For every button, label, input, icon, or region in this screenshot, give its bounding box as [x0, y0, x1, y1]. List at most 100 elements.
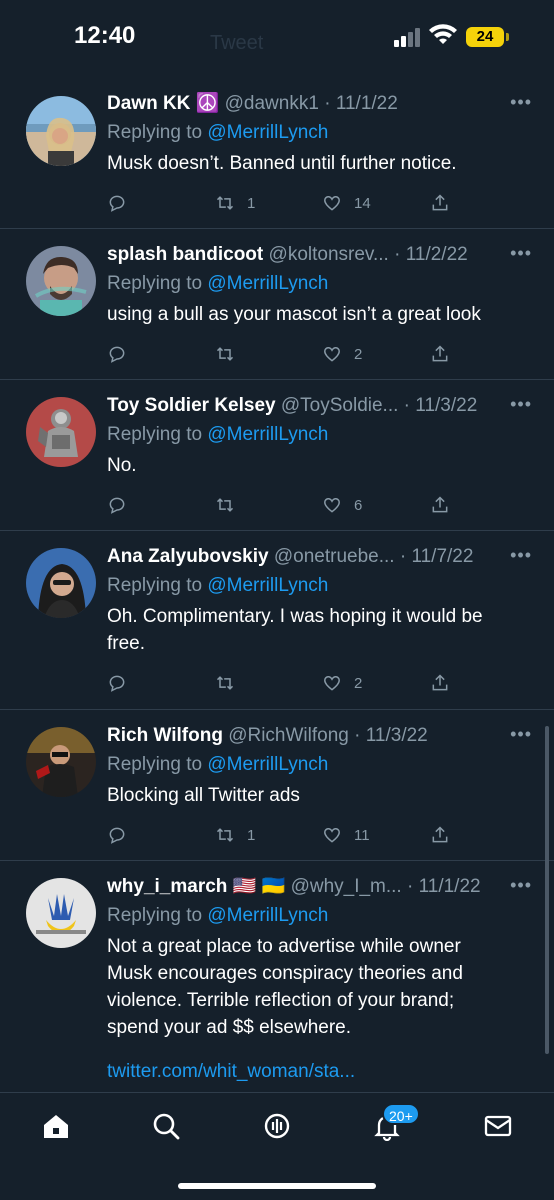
tab-spaces[interactable]	[262, 1111, 292, 1141]
heart-icon	[323, 676, 341, 691]
replying-to: Replying to @MerrillLynch	[107, 424, 329, 445]
username[interactable]: @koltonsrev...	[269, 244, 389, 265]
mention-link[interactable]: @MerrillLynch	[207, 575, 328, 596]
username[interactable]: @dawnkk1	[225, 93, 319, 114]
like-button[interactable]: 6	[322, 493, 362, 517]
share-icon	[432, 826, 448, 843]
reply-tweet[interactable]: ••• Dawn KK ☮️ @dawnkk1 · 11/1/22 Replyi…	[0, 78, 554, 229]
heart-icon	[323, 347, 341, 362]
tweet-date[interactable]: 11/3/22	[366, 725, 428, 746]
home-indicator[interactable]	[178, 1183, 376, 1189]
reply-button[interactable]	[107, 191, 127, 215]
tab-home[interactable]	[41, 1111, 71, 1141]
avatar[interactable]	[26, 246, 96, 316]
like-count: 6	[354, 496, 363, 514]
avatar[interactable]	[26, 548, 96, 618]
tweet-text: using a bull as your mascot isn’t a grea…	[107, 304, 481, 325]
retweet-icon	[216, 196, 234, 210]
display-name[interactable]: Toy Soldier Kelsey	[107, 395, 276, 416]
retweet-button[interactable]	[215, 493, 247, 517]
header-ghost-title: Tweet	[210, 32, 264, 54]
mention-link[interactable]: @MerrillLynch	[207, 424, 328, 445]
like-count: 11	[354, 826, 370, 844]
like-count: 2	[354, 345, 363, 363]
tweet-link[interactable]: twitter.com/whit_woman/sta...	[107, 1059, 534, 1085]
mention-link[interactable]: @MerrillLynch	[207, 754, 328, 775]
retweet-button[interactable]	[215, 671, 247, 695]
messages-icon	[484, 1115, 512, 1137]
username[interactable]: @ToySoldie...	[281, 395, 399, 416]
reply-button[interactable]	[107, 342, 127, 366]
tab-messages[interactable]	[483, 1111, 513, 1141]
reply-icon	[109, 827, 125, 844]
retweet-icon	[216, 347, 234, 361]
display-name[interactable]: why_i_march	[107, 876, 227, 897]
spaces-icon	[264, 1113, 290, 1139]
tab-search[interactable]	[151, 1111, 181, 1141]
tweet-date[interactable]: 11/7/22	[411, 546, 473, 567]
share-icon	[432, 345, 448, 362]
reply-button[interactable]	[107, 671, 127, 695]
mention-link[interactable]: @MerrillLynch	[207, 905, 328, 926]
reply-icon	[109, 346, 125, 363]
flag-emojis: 🇺🇸 🇺🇦	[232, 876, 286, 897]
like-button[interactable]: 2	[322, 671, 362, 695]
replying-to: Replying to @MerrillLynch	[107, 122, 329, 143]
tweet-text: Not a great place to advertise while own…	[107, 936, 463, 1038]
avatar[interactable]	[26, 96, 96, 166]
retweet-count: 1	[247, 194, 256, 212]
peace-emoji: ☮️	[195, 93, 220, 114]
notifications-badge: 20+	[382, 1103, 420, 1125]
retweet-icon	[216, 676, 234, 690]
share-button[interactable]	[430, 823, 450, 847]
share-button[interactable]	[430, 493, 450, 517]
username[interactable]: @why_I_m...	[291, 876, 402, 897]
tweet-date[interactable]: 11/1/22	[419, 876, 481, 897]
retweet-button[interactable]: 1	[215, 823, 255, 847]
tweet-date[interactable]: 11/3/22	[415, 395, 477, 416]
like-button[interactable]: 11	[322, 823, 370, 847]
username[interactable]: @onetruebe...	[274, 546, 395, 567]
like-count: 2	[354, 674, 363, 692]
share-button[interactable]	[430, 671, 450, 695]
retweet-icon	[216, 498, 234, 512]
share-icon	[432, 496, 448, 513]
avatar[interactable]	[26, 878, 96, 948]
reply-tweet[interactable]: ••• splash bandicoot @koltonsrev... · 11…	[0, 229, 554, 380]
mention-link[interactable]: @MerrillLynch	[207, 273, 328, 294]
reply-button[interactable]	[107, 493, 127, 517]
username[interactable]: @RichWilfong	[228, 725, 349, 746]
reply-icon	[109, 195, 125, 212]
like-button[interactable]: 2	[322, 342, 362, 366]
retweet-button[interactable]: 1	[215, 191, 255, 215]
share-icon	[432, 194, 448, 211]
display-name[interactable]: Rich Wilfong	[107, 725, 223, 746]
tweet-text: Blocking all Twitter ads	[107, 785, 300, 806]
display-name[interactable]: splash bandicoot	[107, 244, 263, 265]
reply-tweet[interactable]: ••• Toy Soldier Kelsey @ToySoldie... · 1…	[0, 380, 554, 531]
reply-icon	[109, 675, 125, 692]
reply-tweet[interactable]: ••• why_i_march 🇺🇸 🇺🇦 @why_I_m... · 11/1…	[0, 861, 554, 1101]
reply-icon	[109, 497, 125, 514]
mention-link[interactable]: @MerrillLynch	[207, 122, 328, 143]
wifi-icon	[429, 24, 457, 44]
retweet-icon	[216, 828, 234, 842]
cellular-signal-icon	[394, 27, 424, 47]
reply-button[interactable]	[107, 823, 127, 847]
display-name[interactable]: Ana Zalyubovskiy	[107, 546, 269, 567]
share-button[interactable]	[430, 342, 450, 366]
tweet-date[interactable]: 11/2/22	[406, 244, 468, 265]
tweet-date[interactable]: 11/1/22	[336, 93, 398, 114]
avatar[interactable]	[26, 397, 96, 467]
display-name[interactable]: Dawn KK	[107, 93, 190, 114]
scrollbar-thumb[interactable]	[545, 726, 549, 1054]
reply-tweet[interactable]: ••• Rich Wilfong @RichWilfong · 11/3/22 …	[0, 710, 554, 861]
like-button[interactable]: 14	[322, 191, 371, 215]
share-button[interactable]	[430, 191, 450, 215]
heart-icon	[323, 498, 341, 513]
share-icon	[432, 674, 448, 691]
avatar[interactable]	[26, 727, 96, 797]
reply-tweet[interactable]: ••• Ana Zalyubovskiy @onetruebe... · 11/…	[0, 531, 554, 710]
retweet-button[interactable]	[215, 342, 247, 366]
replying-to: Replying to @MerrillLynch	[107, 273, 329, 294]
